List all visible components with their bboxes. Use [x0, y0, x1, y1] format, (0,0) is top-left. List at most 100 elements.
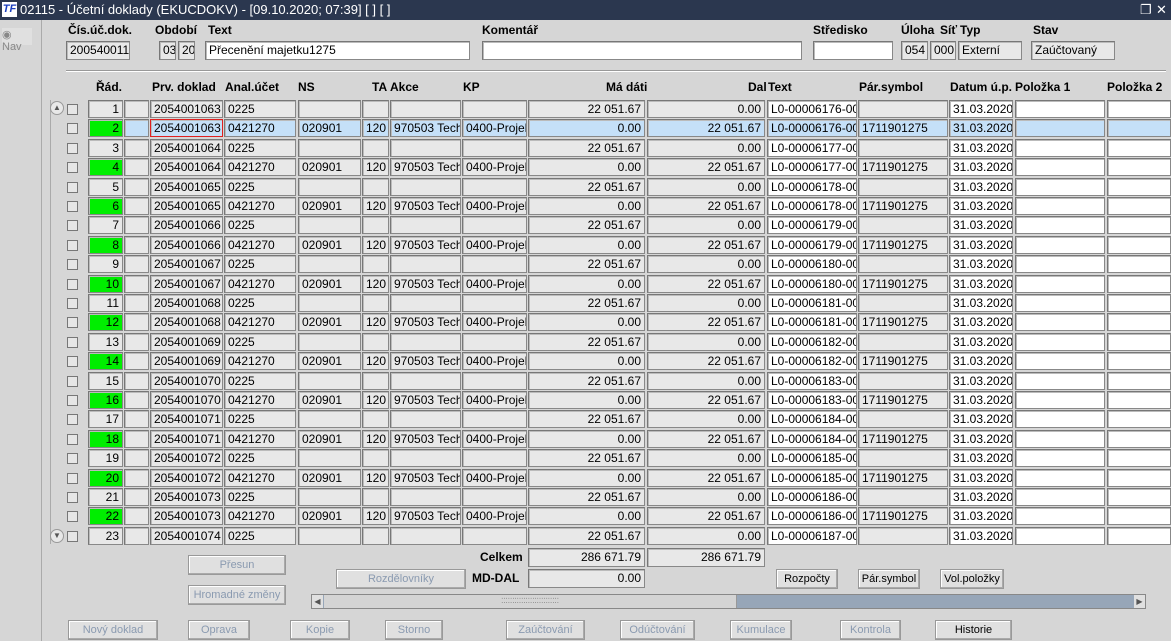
cell-ns[interactable]: 020901 — [298, 468, 361, 487]
cell-debit[interactable]: 22 051.67 — [528, 177, 645, 196]
pair-symbol-button[interactable]: Pár.symbol — [858, 569, 920, 589]
cell-item2[interactable] — [1107, 216, 1171, 235]
row-checkbox[interactable] — [67, 123, 78, 135]
cell-pair-symbol[interactable] — [858, 488, 948, 506]
cell-account[interactable]: 0225 — [224, 138, 296, 157]
cell-date[interactable]: 31.03.2020 — [949, 235, 1013, 254]
cell-credit[interactable]: 0.00 — [647, 177, 765, 196]
cell-ns[interactable]: 020901 — [298, 507, 361, 526]
cell-pair-symbol[interactable]: 1711901275 — [858, 391, 948, 409]
cell-row-number[interactable]: 16 — [88, 391, 123, 409]
cell-ns[interactable] — [298, 294, 361, 312]
cell-item1[interactable] — [1015, 313, 1105, 332]
cell-primary-doc[interactable]: 2054001069 — [150, 352, 223, 371]
cell-debit[interactable]: 0.00 — [528, 352, 645, 371]
cell-kp[interactable]: 0400-Projekt — [462, 119, 527, 138]
row-checkbox[interactable] — [67, 336, 78, 348]
cell-debit[interactable]: 22 051.67 — [528, 488, 645, 506]
cell-kp[interactable] — [462, 138, 527, 157]
cell-kp[interactable]: 0400-Projekt — [462, 391, 527, 409]
row-checkbox[interactable] — [67, 162, 78, 174]
cell-row-number[interactable]: 6 — [88, 197, 123, 215]
cell-ta[interactable]: 120 — [362, 468, 389, 487]
cell-row-number[interactable]: 1 — [88, 100, 123, 118]
cell-kp[interactable] — [462, 332, 527, 351]
cell-kp[interactable]: 0400-Projekt — [462, 274, 527, 293]
edit-button[interactable]: Oprava — [188, 620, 250, 640]
cell-item2[interactable] — [1107, 255, 1171, 274]
cell-row-flag[interactable] — [124, 138, 149, 157]
cell-primary-doc[interactable]: 2054001072 — [150, 449, 223, 468]
cell-ta[interactable]: 120 — [362, 391, 389, 409]
cell-account[interactable]: 0421270 — [224, 235, 296, 254]
cell-item1[interactable] — [1015, 468, 1105, 487]
cell-account[interactable]: 0421270 — [224, 119, 296, 138]
cell-kp[interactable] — [462, 410, 527, 429]
cell-kp[interactable]: 0400-Projekt — [462, 429, 527, 448]
cell-line-text[interactable]: L0-00006184-000 — [767, 410, 857, 429]
cell-kp[interactable]: 0400-Projekt — [462, 468, 527, 487]
cell-row-number[interactable]: 4 — [88, 158, 123, 177]
cell-primary-doc[interactable]: 2054001069 — [150, 332, 223, 351]
cell-credit[interactable]: 22 051.67 — [647, 352, 765, 371]
cell-line-text[interactable]: L0-00006176-000 — [767, 100, 857, 118]
cell-primary-doc[interactable]: 2054001065 — [150, 177, 223, 196]
cell-kp[interactable] — [462, 526, 527, 545]
cell-row-flag[interactable] — [124, 352, 149, 371]
cell-item2[interactable] — [1107, 449, 1171, 468]
cell-ns[interactable] — [298, 371, 361, 390]
cell-date[interactable]: 31.03.2020 — [949, 216, 1013, 235]
cell-row-flag[interactable] — [124, 119, 149, 138]
new-document-button[interactable]: Nový doklad — [68, 620, 158, 640]
cell-date[interactable]: 31.03.2020 — [949, 449, 1013, 468]
cell-row-flag[interactable] — [124, 449, 149, 468]
cell-date[interactable]: 31.03.2020 — [949, 294, 1013, 312]
cell-pair-symbol[interactable]: 1711901275 — [858, 158, 948, 177]
horizontal-scrollbar[interactable]: ◀ ⁚⁚⁚⁚⁚⁚⁚⁚⁚⁚⁚⁚⁚⁚⁚⁚⁚⁚⁚⁚⁚⁚⁚⁚⁚⁚ ▶ — [311, 594, 1146, 609]
cell-credit[interactable]: 22 051.67 — [647, 197, 765, 215]
cell-row-number[interactable]: 10 — [88, 274, 123, 293]
copy-button[interactable]: Kopie — [290, 620, 350, 640]
cell-item2[interactable] — [1107, 526, 1171, 545]
cell-ns[interactable] — [298, 449, 361, 468]
cell-ta[interactable] — [362, 371, 389, 390]
cell-item2[interactable] — [1107, 119, 1171, 138]
restore-icon[interactable]: ❐ — [1140, 0, 1152, 20]
row-checkbox[interactable] — [67, 433, 78, 445]
cell-credit[interactable]: 22 051.67 — [647, 119, 765, 138]
cell-line-text[interactable]: L0-00006187-000 — [767, 526, 857, 545]
cell-item1[interactable] — [1015, 507, 1105, 526]
cell-action[interactable] — [390, 526, 461, 545]
cell-item2[interactable] — [1107, 197, 1171, 215]
cell-pair-symbol[interactable]: 1711901275 — [858, 119, 948, 138]
cell-account[interactable]: 0225 — [224, 255, 296, 274]
cell-row-number[interactable]: 23 — [88, 526, 123, 545]
cell-item1[interactable] — [1015, 158, 1105, 177]
cell-line-text[interactable]: L0-00006183-000 — [767, 391, 857, 409]
cell-credit[interactable]: 22 051.67 — [647, 158, 765, 177]
cell-ta[interactable] — [362, 177, 389, 196]
cell-date[interactable]: 31.03.2020 — [949, 177, 1013, 196]
cell-row-flag[interactable] — [124, 488, 149, 506]
cell-item2[interactable] — [1107, 391, 1171, 409]
cell-debit[interactable]: 22 051.67 — [528, 371, 645, 390]
row-checkbox[interactable] — [67, 472, 78, 484]
cell-line-text[interactable]: L0-00006177-000 — [767, 138, 857, 157]
cell-item1[interactable] — [1015, 177, 1105, 196]
cell-account[interactable]: 0225 — [224, 371, 296, 390]
cell-action[interactable]: 970503 Techn — [390, 352, 461, 371]
cell-primary-doc[interactable]: 2054001064 — [150, 138, 223, 157]
cell-ns[interactable] — [298, 138, 361, 157]
cell-ta[interactable]: 120 — [362, 158, 389, 177]
cell-date[interactable]: 31.03.2020 — [949, 138, 1013, 157]
cell-debit[interactable]: 0.00 — [528, 507, 645, 526]
cell-item1[interactable] — [1015, 410, 1105, 429]
cell-kp[interactable]: 0400-Projekt — [462, 352, 527, 371]
cell-item1[interactable] — [1015, 526, 1105, 545]
cell-row-number[interactable]: 5 — [88, 177, 123, 196]
cell-kp[interactable]: 0400-Projekt — [462, 197, 527, 215]
row-checkbox[interactable] — [67, 220, 78, 232]
row-checkbox[interactable] — [67, 453, 78, 465]
vol-items-button[interactable]: Vol.položky — [940, 569, 1004, 589]
cell-debit[interactable]: 22 051.67 — [528, 216, 645, 235]
